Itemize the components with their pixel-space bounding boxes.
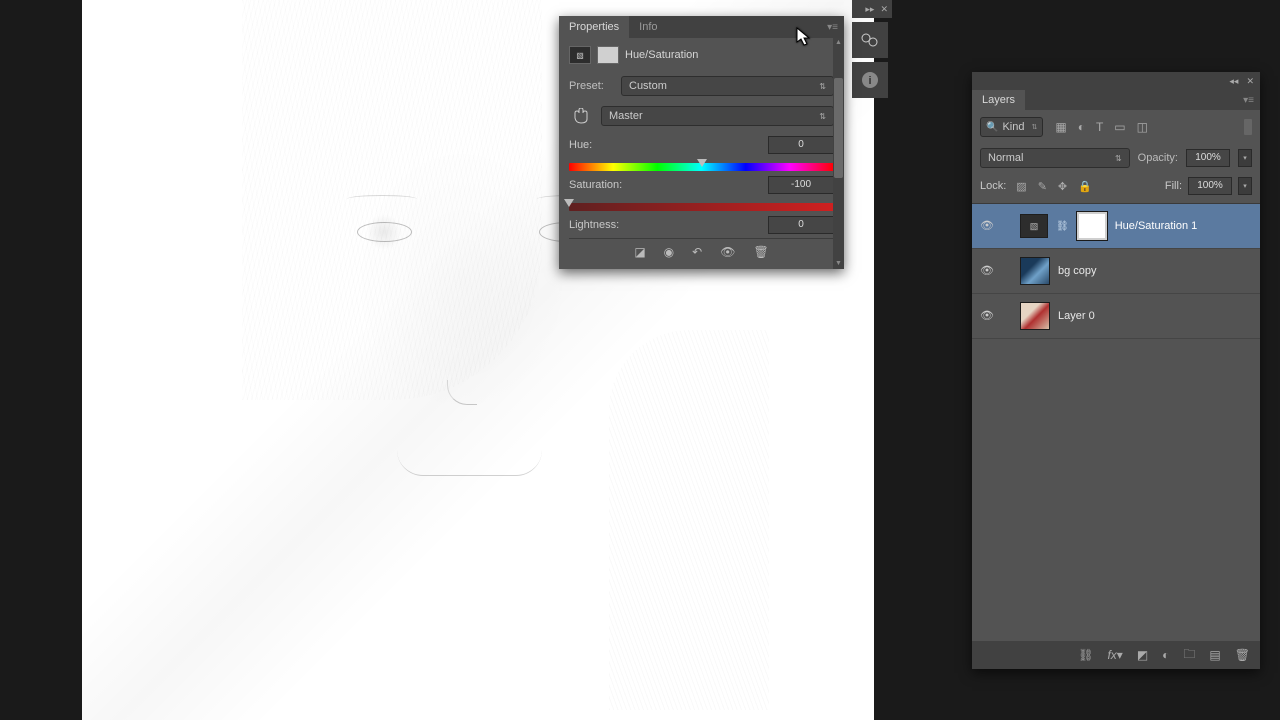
hue-slider-thumb[interactable]	[697, 159, 707, 167]
dock-close-icon[interactable]: ✕	[880, 4, 888, 15]
opacity-label: Opacity:	[1138, 152, 1178, 164]
saturation-slider-thumb[interactable]	[564, 199, 574, 207]
fill-input[interactable]: 100%	[1188, 177, 1232, 195]
new-layer-button[interactable]: ▤	[1209, 648, 1220, 662]
layer-item-layer0[interactable]: 👁 Layer 0	[972, 294, 1260, 339]
lock-label: Lock:	[980, 180, 1006, 192]
adjustment-title: Hue/Saturation	[625, 49, 698, 61]
adjustments-dock-button[interactable]	[852, 22, 888, 58]
reset-button[interactable]: ↶	[692, 245, 702, 259]
tab-properties[interactable]: Properties	[559, 16, 629, 38]
mini-dock: ▸▸ ✕ i	[852, 0, 892, 98]
lock-pixels-icon[interactable]: ✎	[1038, 180, 1047, 193]
filter-kind-label: Kind	[1002, 121, 1024, 133]
filter-pixel-icon[interactable]: ▦	[1055, 120, 1066, 134]
filter-kind-select[interactable]: 🔍 Kind ⇅	[980, 117, 1043, 137]
link-mask-icon[interactable]: ⛓	[1056, 221, 1069, 232]
tab-layers[interactable]: Layers	[972, 90, 1025, 110]
layers-panel: ◂◂ ✕ Layers ▾≡ 🔍 Kind ⇅ ▦ ◐ T ▭ ◫ Normal…	[972, 72, 1260, 669]
layer-mask-thumbnail[interactable]	[1077, 212, 1107, 240]
layer-thumbnail[interactable]	[1020, 302, 1050, 330]
channel-value: Master	[609, 110, 643, 122]
saturation-label: Saturation:	[569, 179, 622, 191]
search-icon: 🔍	[986, 122, 998, 133]
properties-footer: ◪ ◉ ↶ 👁 🗑	[569, 238, 834, 263]
hue-slider[interactable]	[569, 158, 834, 170]
hue-input[interactable]: 0	[768, 136, 834, 154]
delete-adjustment-button[interactable]: 🗑	[753, 245, 768, 259]
adjustments-icon	[860, 30, 880, 50]
properties-scrollbar[interactable]: ▲ ▼	[833, 38, 844, 269]
saturation-input[interactable]: -100	[768, 176, 834, 194]
filter-adjustment-icon[interactable]: ◐	[1078, 120, 1085, 134]
fill-flyout-button[interactable]: ▾	[1238, 177, 1252, 195]
layers-close-icon[interactable]: ✕	[1246, 76, 1254, 87]
layer-item-hue-saturation[interactable]: 👁 ▧ ⛓ Hue/Saturation 1	[972, 204, 1260, 249]
preset-value: Custom	[629, 80, 667, 92]
chevron-updown-icon: ⇅	[1115, 154, 1122, 163]
filter-shape-icon[interactable]: ▭	[1114, 120, 1125, 134]
lightness-input[interactable]: 0	[768, 216, 834, 234]
scroll-down-icon[interactable]: ▼	[833, 259, 844, 269]
svg-text:i: i	[868, 75, 871, 87]
adjustment-thumb-icon: ▧	[569, 46, 591, 64]
view-previous-button[interactable]: ◉	[664, 245, 674, 259]
layer-effects-button[interactable]: fx▾	[1107, 648, 1122, 662]
clip-to-layer-button[interactable]: ◪	[634, 245, 645, 259]
filter-toggle[interactable]	[1244, 119, 1252, 135]
layer-item-bg-copy[interactable]: 👁 bg copy	[972, 249, 1260, 294]
chevron-updown-icon: ⇅	[819, 82, 826, 91]
visibility-toggle[interactable]: 👁	[980, 309, 994, 323]
preset-label: Preset:	[569, 80, 613, 92]
mask-thumb-icon	[597, 46, 619, 64]
adjustment-thumbnail[interactable]: ▧	[1020, 214, 1048, 238]
lock-position-icon[interactable]: ✥	[1058, 180, 1067, 193]
layer-name[interactable]: bg copy	[1058, 265, 1097, 277]
link-layers-button[interactable]: ⛓	[1078, 648, 1093, 662]
lock-transparency-icon[interactable]: ▨	[1016, 180, 1026, 193]
scroll-thumb[interactable]	[834, 78, 843, 178]
preset-select[interactable]: Custom ⇅	[621, 76, 834, 96]
dock-collapse-icon[interactable]: ▸▸	[865, 4, 874, 15]
blend-mode-value: Normal	[988, 152, 1023, 164]
layer-filter-bar: 🔍 Kind ⇅ ▦ ◐ T ▭ ◫	[972, 110, 1260, 144]
layer-thumbnail[interactable]	[1020, 257, 1050, 285]
visibility-toggle[interactable]: 👁	[980, 219, 994, 233]
layers-footer: ⛓ fx▾ ◩ ◐ 🗀 ▤ 🗑	[972, 641, 1260, 669]
targeted-adjust-tool[interactable]	[569, 106, 593, 126]
toggle-visibility-button[interactable]: 👁	[720, 245, 735, 259]
visibility-toggle[interactable]: 👁	[980, 264, 994, 278]
layers-panel-menu-icon[interactable]: ▾≡	[1243, 95, 1254, 106]
info-icon: i	[861, 71, 879, 89]
blend-mode-select[interactable]: Normal ⇅	[980, 148, 1130, 168]
info-dock-button[interactable]: i	[852, 62, 888, 98]
properties-body: ▧ Hue/Saturation Preset: Custom ⇅ Master…	[559, 38, 844, 269]
properties-panel: Properties Info ▾≡ ▧ Hue/Saturation Pres…	[559, 16, 844, 269]
add-mask-button[interactable]: ◩	[1137, 648, 1148, 662]
hand-icon	[572, 108, 590, 124]
channel-select[interactable]: Master ⇅	[601, 106, 834, 126]
properties-tab-bar: Properties Info ▾≡	[559, 16, 844, 38]
saturation-slider[interactable]	[569, 198, 834, 210]
filter-type-icon[interactable]: T	[1096, 120, 1103, 134]
chevron-updown-icon: ⇅	[1031, 123, 1037, 131]
new-group-button[interactable]: 🗀	[1183, 645, 1195, 666]
layer-list: 👁 ▧ ⛓ Hue/Saturation 1 👁 bg copy 👁 Layer…	[972, 204, 1260, 339]
lightness-label: Lightness:	[569, 219, 619, 231]
delete-layer-button[interactable]: 🗑	[1235, 648, 1250, 662]
layer-name[interactable]: Hue/Saturation 1	[1115, 220, 1198, 232]
fill-label: Fill:	[1165, 180, 1182, 192]
layer-name[interactable]: Layer 0	[1058, 310, 1095, 322]
opacity-flyout-button[interactable]: ▾	[1238, 149, 1252, 167]
tab-info[interactable]: Info	[629, 16, 667, 38]
scroll-up-icon[interactable]: ▲	[833, 38, 844, 48]
panel-menu-icon[interactable]: ▾≡	[827, 22, 838, 33]
new-adjustment-button[interactable]: ◐	[1162, 648, 1169, 662]
hue-label: Hue:	[569, 139, 592, 151]
chevron-updown-icon: ⇅	[819, 112, 826, 121]
layers-collapse-icon[interactable]: ◂◂	[1229, 76, 1238, 87]
lock-all-icon[interactable]: 🔒	[1078, 180, 1092, 193]
filter-smartobj-icon[interactable]: ◫	[1137, 120, 1148, 134]
opacity-input[interactable]: 100%	[1186, 149, 1230, 167]
